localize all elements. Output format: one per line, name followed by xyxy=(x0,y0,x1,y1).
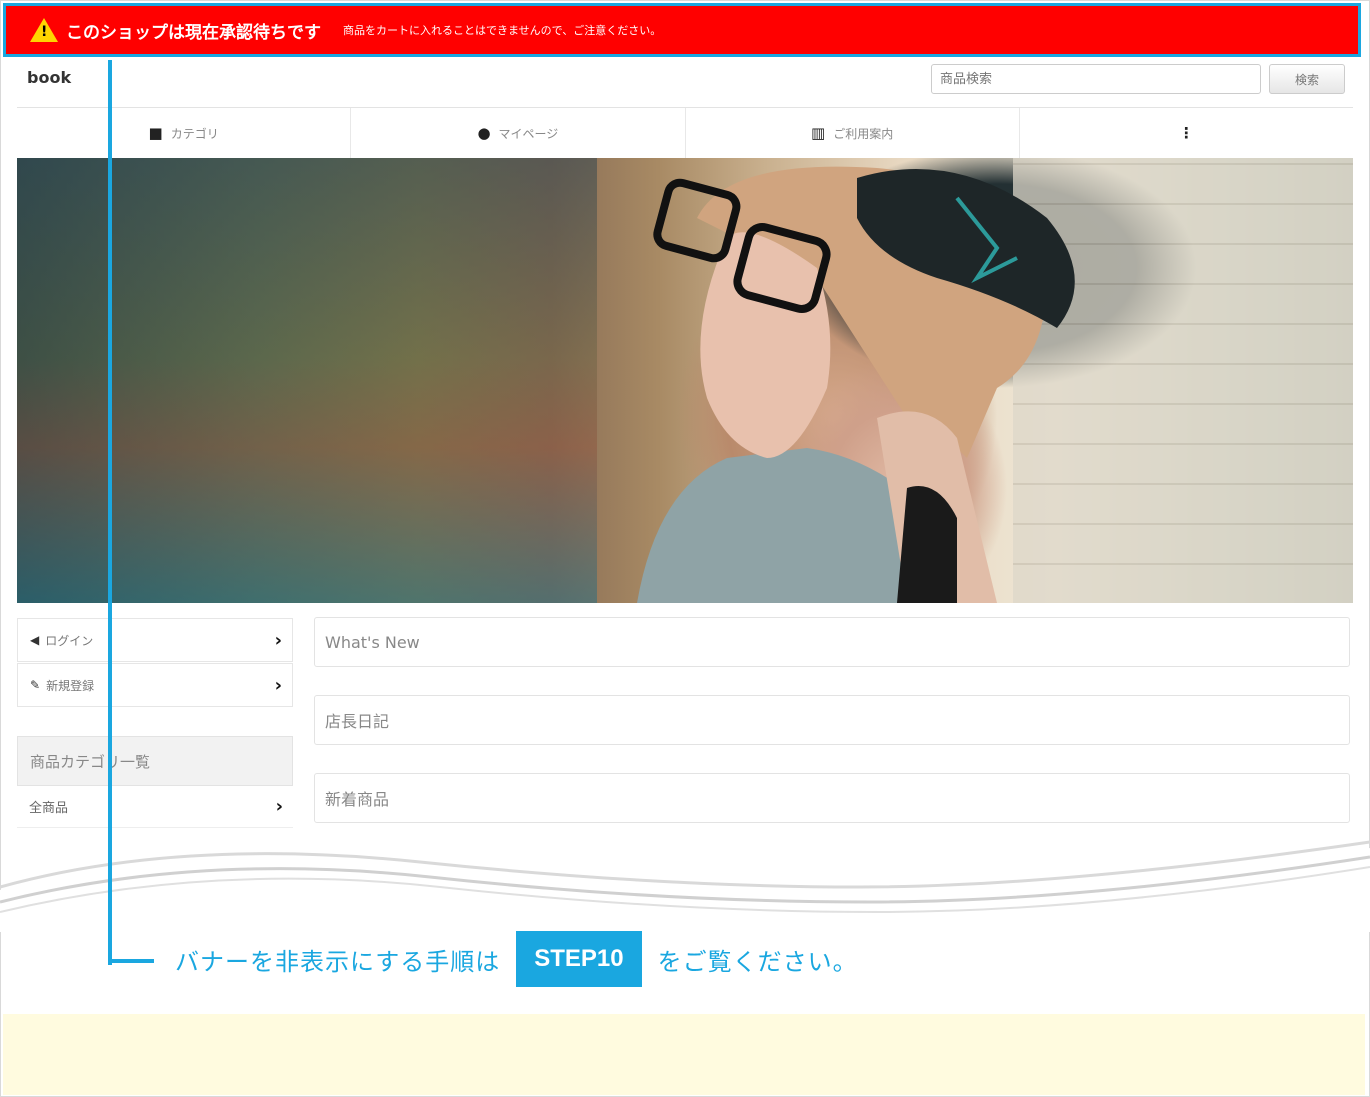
search-button[interactable]: 検索 xyxy=(1269,64,1345,94)
approval-banner: ! このショップは現在承認待ちです 商品をカートに入れることはできませんので、ご… xyxy=(3,3,1361,57)
chevron-right-icon: › xyxy=(275,796,283,817)
folder-icon: ■ xyxy=(148,124,163,142)
panel-whats-new[interactable]: What's New xyxy=(314,617,1350,667)
more-vertical-icon: ⋮ xyxy=(1178,124,1194,142)
nav-item-more[interactable]: ⋮ xyxy=(1020,108,1353,158)
torn-edge-divider xyxy=(0,840,1370,932)
register-link[interactable]: ✎ 新規登録 › xyxy=(17,663,293,707)
map-icon: ▥ xyxy=(811,124,826,142)
annotation-after: をご覧ください。 xyxy=(657,947,858,976)
annotation-before: バナーを非表示にする手順は xyxy=(175,947,501,976)
shop-logo[interactable]: book xyxy=(27,68,71,87)
nav-item-mypage[interactable]: ● マイページ xyxy=(351,108,686,158)
panel-new-products[interactable]: 新着商品 xyxy=(314,773,1350,823)
nav-item-guide[interactable]: ▥ ご利用案内 xyxy=(686,108,1020,158)
nav-label: マイページ xyxy=(498,126,559,141)
chevron-right-icon: › xyxy=(274,674,282,696)
search-input[interactable] xyxy=(931,64,1261,94)
nav-label: ご利用案内 xyxy=(833,126,894,141)
nav-label: カテゴリ xyxy=(170,126,219,141)
login-label: ログイン xyxy=(45,633,94,648)
hero-person-illustration xyxy=(637,166,1075,603)
panel-shop-diary[interactable]: 店長日記 xyxy=(314,695,1350,745)
login-icon: ◀ xyxy=(30,633,40,647)
register-label: 新規登録 xyxy=(46,678,95,693)
annotation-bracket-foot xyxy=(108,959,154,963)
banner-title: このショップは現在承認待ちです xyxy=(66,22,321,43)
footer-band xyxy=(3,1014,1365,1095)
main-nav: ■ カテゴリ ● マイページ ▥ ご利用案内 ⋮ xyxy=(17,107,1353,159)
annotation-bracket-line xyxy=(108,60,112,965)
nav-item-category[interactable]: ■ カテゴリ xyxy=(17,108,352,158)
step-badge: STEP10 xyxy=(516,931,642,987)
category-all-products[interactable]: 全商品 › xyxy=(17,786,293,828)
warning-icon: ! xyxy=(30,18,58,42)
category-list-heading: 商品カテゴリ一覧 xyxy=(17,736,293,786)
user-icon: ● xyxy=(477,124,491,142)
hero-image xyxy=(17,158,1353,603)
annotation-note: バナーを非表示にする手順は STEP10 をご覧ください。 xyxy=(175,931,858,987)
chevron-right-icon: › xyxy=(274,629,282,651)
login-link[interactable]: ◀ ログイン › xyxy=(17,618,293,662)
all-products-label: 全商品 xyxy=(29,801,69,816)
pencil-icon: ✎ xyxy=(30,678,41,692)
banner-subtitle: 商品をカートに入れることはできませんので、ご注意ください。 xyxy=(343,24,662,37)
